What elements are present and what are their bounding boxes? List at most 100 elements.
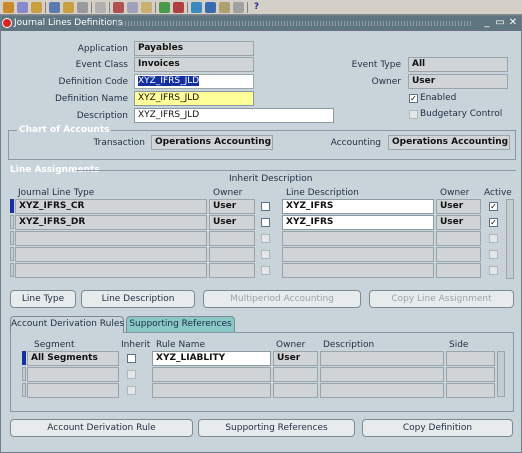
row-indicator[interactable] [10, 231, 14, 245]
owner2-cell[interactable]: User [436, 215, 481, 230]
rule-owner-cell[interactable]: User [273, 351, 318, 366]
line-description-cell[interactable] [282, 231, 434, 246]
find-icon[interactable] [17, 2, 28, 13]
attachments-icon[interactable] [233, 2, 244, 13]
line-assignments-scrollbar[interactable] [506, 199, 514, 279]
rule-description-cell[interactable] [320, 383, 444, 398]
owner-cell[interactable] [209, 247, 255, 262]
active-checkbox[interactable]: ✓ [489, 202, 498, 211]
line-description-cell[interactable] [282, 263, 434, 278]
owner-field[interactable]: User [408, 74, 508, 89]
rule-row-indicator[interactable] [22, 351, 26, 365]
accounting-coa-field[interactable]: Operations Accounting Fle [388, 135, 510, 150]
rule-owner-cell[interactable] [273, 367, 318, 382]
rule-inherit-checkbox[interactable] [127, 386, 136, 395]
rule-inherit-checkbox[interactable] [127, 354, 136, 363]
rule-row-indicator[interactable] [22, 367, 26, 381]
close-form-icon[interactable] [95, 2, 106, 13]
minimize-icon[interactable]: _ [481, 17, 493, 29]
edit-field-icon[interactable] [191, 2, 202, 13]
print-icon[interactable] [77, 2, 88, 13]
supporting-references-button[interactable]: Supporting References [198, 419, 355, 437]
multiperiod-accounting-button[interactable]: Multiperiod Accounting [203, 290, 361, 308]
copy-definition-button[interactable]: Copy Definition [362, 419, 513, 437]
row-indicator[interactable] [10, 199, 14, 213]
side-cell[interactable] [446, 383, 495, 398]
translations-icon[interactable] [219, 2, 230, 13]
active-checkbox[interactable] [489, 266, 498, 275]
definition-name-field[interactable]: XYZ_IFRS_JLD [134, 91, 254, 106]
inherit-description-checkbox[interactable] [261, 234, 270, 243]
journal-line-type-cell[interactable]: XYZ_IFRS_CR [15, 199, 207, 214]
enabled-checkbox[interactable]: ✓ [409, 94, 418, 103]
segment-cell[interactable] [27, 383, 119, 398]
owner2-cell[interactable] [436, 247, 481, 262]
owner-col-header: Owner [213, 188, 243, 198]
close-icon[interactable]: ✕ [507, 17, 519, 29]
budgetary-control-checkbox[interactable] [409, 110, 418, 119]
account-derivation-rule-button[interactable]: Account Derivation Rule [10, 419, 193, 437]
owner-cell[interactable]: User [209, 215, 255, 230]
active-checkbox[interactable] [489, 234, 498, 243]
rule-description-cell[interactable] [320, 367, 444, 382]
rules-scrollbar[interactable] [497, 351, 505, 397]
journal-line-type-cell[interactable] [15, 263, 207, 278]
rule-inherit-checkbox[interactable] [127, 370, 136, 379]
segment-cell[interactable] [27, 367, 119, 382]
cut-icon[interactable] [113, 2, 124, 13]
row-indicator[interactable] [10, 215, 14, 229]
row-indicator[interactable] [10, 247, 14, 261]
line-description-cell[interactable] [282, 247, 434, 262]
owner2-cell[interactable]: User [436, 199, 481, 214]
rule-row-indicator[interactable] [22, 383, 26, 397]
side-cell[interactable] [446, 367, 495, 382]
owner-cell[interactable]: User [209, 199, 255, 214]
active-checkbox[interactable]: ✓ [489, 218, 498, 227]
line-description-cell[interactable]: XYZ_IFRS [282, 215, 434, 230]
event-type-field[interactable]: All [408, 57, 508, 72]
copy-icon[interactable] [127, 2, 138, 13]
tab-account-derivation-rules[interactable]: Account Derivation Rules [10, 316, 124, 333]
rule-owner-cell[interactable] [273, 383, 318, 398]
rule-name-cell[interactable] [152, 367, 271, 382]
toolbar: ? [0, 0, 522, 15]
inherit-description-checkbox[interactable] [261, 250, 270, 259]
owner-cell[interactable] [209, 263, 255, 278]
help-icon[interactable]: ? [251, 2, 262, 13]
rule-name-cell[interactable] [152, 383, 271, 398]
paste-icon[interactable] [141, 2, 152, 13]
transaction-coa-field[interactable]: Operations Accounting Fle [151, 135, 273, 150]
event-class-field[interactable]: Invoices [134, 57, 254, 72]
owner-cell[interactable] [209, 231, 255, 246]
tab-supporting-references[interactable]: Supporting References [126, 316, 235, 332]
new-record-icon[interactable] [159, 2, 170, 13]
owner2-cell[interactable] [436, 263, 481, 278]
journal-line-type-cell[interactable] [15, 247, 207, 262]
next-step-icon[interactable] [63, 2, 74, 13]
journal-line-type-cell[interactable] [15, 231, 207, 246]
line-type-button[interactable]: Line Type [10, 290, 76, 308]
owner2-cell[interactable] [436, 231, 481, 246]
line-description-cell[interactable]: XYZ_IFRS [282, 199, 434, 214]
zoom-icon[interactable] [205, 2, 216, 13]
delete-record-icon[interactable] [173, 2, 184, 13]
segment-cell[interactable]: All Segments [27, 351, 119, 366]
active-checkbox[interactable] [489, 250, 498, 259]
line-description-button[interactable]: Line Description [81, 290, 195, 308]
side-cell[interactable] [446, 351, 495, 366]
inherit-description-checkbox[interactable] [261, 202, 270, 211]
inherit-description-checkbox[interactable] [261, 218, 270, 227]
rule-name-cell[interactable]: XYZ_LIABLITY [152, 351, 271, 366]
navigator-icon[interactable] [31, 2, 42, 13]
row-indicator[interactable] [10, 263, 14, 277]
description-field[interactable]: XYZ_IFRS_JLD [134, 108, 334, 123]
inherit-description-checkbox[interactable] [261, 266, 270, 275]
rule-description-cell[interactable] [320, 351, 444, 366]
copy-line-assignment-button[interactable]: Copy Line Assignment [369, 290, 514, 308]
journal-line-type-cell[interactable]: XYZ_IFRS_DR [15, 215, 207, 230]
new-icon[interactable] [3, 2, 14, 13]
maximize-icon[interactable]: ▭ [494, 17, 506, 29]
save-icon[interactable] [49, 2, 60, 13]
definition-code-field[interactable]: XYZ_IFRS_JLD [134, 74, 254, 89]
application-field[interactable]: Payables [134, 41, 254, 56]
